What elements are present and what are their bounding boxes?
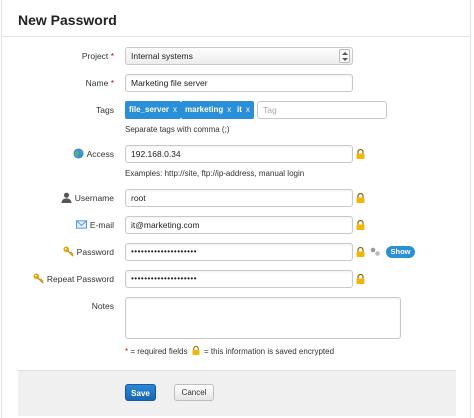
encrypted-legend-text: = this information is saved encrypted — [203, 347, 335, 356]
tag-remove-icon[interactable]: x — [246, 105, 250, 114]
show-password-button[interactable]: Show — [386, 246, 415, 258]
notes-textarea[interactable] — [125, 297, 401, 339]
user-icon — [61, 192, 72, 204]
generate-password-icon[interactable] — [370, 247, 381, 257]
username-label: Username — [61, 189, 114, 207]
lock-icon — [356, 220, 365, 230]
dialog-title: New Password — [18, 12, 117, 28]
key-icon — [33, 273, 44, 284]
envelope-icon — [75, 220, 87, 229]
globe-icon — [73, 148, 84, 159]
project-label: Project * — [81, 51, 114, 61]
tag-chip: file_server x — [125, 101, 182, 119]
save-button[interactable]: Save — [125, 384, 156, 401]
dialog-footer: Save Cancel — [18, 370, 456, 416]
password-input[interactable]: •••••••••••••••••••• — [125, 243, 353, 261]
tag-remove-icon[interactable]: x — [173, 105, 177, 114]
required-mark: * — [125, 347, 129, 356]
lock-icon — [356, 247, 365, 257]
lock-icon — [356, 149, 365, 159]
tag-text-input[interactable]: Tag — [257, 101, 387, 119]
lock-icon — [356, 274, 365, 284]
new-password-dialog: New Password Project * Internal systems … — [1, 0, 471, 418]
repeat-password-label: Repeat Password — [33, 270, 114, 288]
name-input[interactable]: Marketing file server — [125, 74, 353, 92]
notes-label: Notes — [91, 301, 114, 311]
access-label: Access — [73, 145, 114, 163]
access-input[interactable]: 192.168.0.34 — [125, 145, 353, 163]
lock-icon — [356, 193, 365, 203]
project-select[interactable]: Internal systems — [125, 47, 353, 65]
select-arrows-icon — [339, 49, 350, 63]
form-legend: * = required fields = this information i… — [125, 346, 335, 356]
project-select-value: Internal systems — [131, 51, 193, 61]
tag-remove-icon[interactable]: x — [227, 105, 231, 114]
tag-chip: it x — [233, 101, 254, 119]
cancel-button[interactable]: Cancel — [174, 384, 214, 401]
tags-hint: Separate tags with comma (;) — [125, 125, 230, 134]
lock-icon — [192, 346, 200, 356]
email-label: E-mail — [75, 216, 114, 234]
tag-chip: marketing x — [181, 101, 236, 119]
tags-label: Tags — [96, 105, 114, 115]
name-label: Name * — [85, 78, 114, 88]
repeat-password-input[interactable]: •••••••••••••••••••• — [125, 270, 353, 288]
password-label: Password — [63, 243, 114, 261]
username-input[interactable]: root — [125, 189, 353, 207]
access-hint: Examples: http://site, ftp://ip-address,… — [125, 169, 305, 178]
key-icon — [63, 246, 74, 257]
required-legend-text: = required fields — [130, 347, 188, 356]
email-input[interactable]: it@marketing.com — [125, 216, 353, 234]
title-divider — [2, 36, 470, 37]
